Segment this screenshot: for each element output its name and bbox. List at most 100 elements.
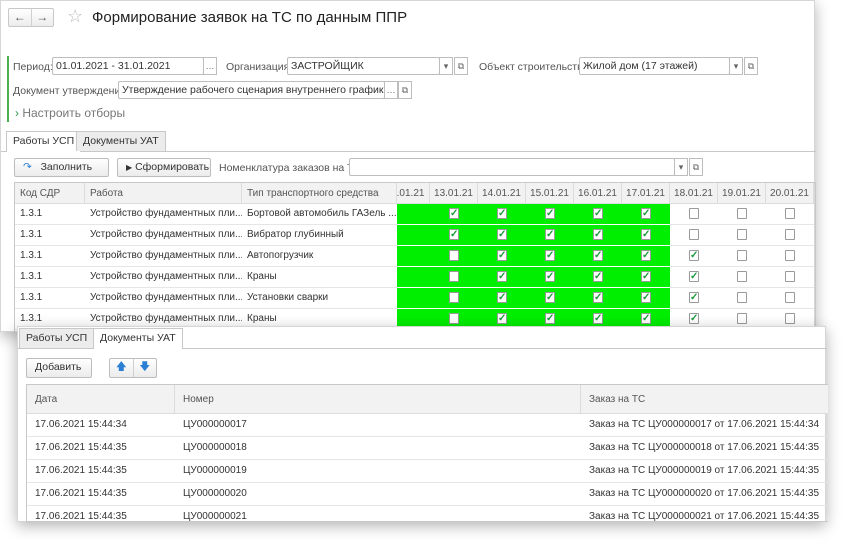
checkbox-checked[interactable]: ✓: [545, 313, 555, 324]
checkbox-unchecked[interactable]: [689, 229, 699, 240]
checkbox-checked[interactable]: ✓: [593, 229, 603, 240]
fill-button[interactable]: ↷ Заполнить: [14, 158, 109, 177]
column-header[interactable]: Тип транспортного средства: [242, 183, 397, 204]
org-dropdown-icon[interactable]: ▾: [439, 57, 453, 75]
number-cell: ЦУ000000018: [175, 437, 581, 460]
form-button[interactable]: ▶ Сформировать: [117, 158, 211, 177]
date-column-header[interactable]: 16.01.21: [574, 183, 622, 204]
date-column-header[interactable]: 14.01.21: [478, 183, 526, 204]
checkbox-unchecked[interactable]: [785, 250, 795, 261]
date-column-header[interactable]: 18.01.21: [670, 183, 718, 204]
date-column-header[interactable]: 13.01.21: [430, 183, 478, 204]
setup-filters-link[interactable]: › Настроить отборы: [15, 106, 125, 120]
checkbox-checked[interactable]: ✓: [689, 271, 699, 282]
forward-icon[interactable]: →: [32, 9, 54, 26]
star-icon[interactable]: ☆: [67, 6, 83, 27]
order-cell[interactable]: Заказ на ТС ЦУ000000018 от 17.06.2021 15…: [581, 437, 828, 460]
column-header[interactable]: Дата: [27, 385, 175, 414]
checkbox-checked[interactable]: ✓: [641, 313, 651, 324]
checkbox-unchecked[interactable]: [737, 292, 747, 303]
checkbox-checked[interactable]: ✓: [545, 271, 555, 282]
checkbox-checked[interactable]: ✓: [593, 313, 603, 324]
checkbox-checked[interactable]: ✓: [449, 229, 459, 240]
date-column-header[interactable]: 17.01.21: [622, 183, 670, 204]
object-open-icon[interactable]: ⧉: [744, 57, 758, 75]
checkbox-checked[interactable]: ✓: [449, 208, 459, 219]
checkbox-unchecked[interactable]: [737, 229, 747, 240]
checkbox-unchecked[interactable]: [785, 229, 795, 240]
tab-docs-uat[interactable]: Документы УАТ: [93, 328, 183, 349]
move-up-icon[interactable]: 🡅: [110, 359, 134, 377]
date-column-header[interactable]: 15.01.21: [526, 183, 574, 204]
column-header[interactable]: Номер: [175, 385, 581, 414]
checkbox-unchecked[interactable]: [785, 208, 795, 219]
org-field[interactable]: ЗАСТРОЙЩИК: [287, 57, 440, 75]
nomen-dropdown-icon[interactable]: ▾: [674, 158, 688, 176]
checkbox-checked[interactable]: ✓: [641, 292, 651, 303]
checkbox-unchecked[interactable]: [737, 313, 747, 324]
checkbox-checked[interactable]: ✓: [689, 250, 699, 261]
checkbox-checked[interactable]: ✓: [497, 208, 507, 219]
checkbox-checked[interactable]: ✓: [593, 250, 603, 261]
tab-docs-uat[interactable]: Документы УАТ: [76, 131, 166, 151]
checkbox-unchecked[interactable]: [737, 250, 747, 261]
doc-open-icon[interactable]: ⧉: [398, 81, 412, 99]
checkbox-unchecked[interactable]: [737, 271, 747, 282]
object-dropdown-icon[interactable]: ▾: [729, 57, 743, 75]
checkbox-unchecked[interactable]: [785, 271, 795, 282]
checkbox-checked[interactable]: ✓: [641, 208, 651, 219]
checkbox-unchecked[interactable]: [449, 250, 459, 261]
checkbox-checked[interactable]: ✓: [545, 250, 555, 261]
docs-grid[interactable]: Дата Номер Заказ на ТС 17.06.2021 15:44:34 Ц…: [26, 384, 828, 522]
checkbox-checked[interactable]: ✓: [497, 271, 507, 282]
tab-works-usp[interactable]: Работы УСП: [19, 328, 95, 348]
checkbox-unchecked[interactable]: [689, 208, 699, 219]
date-cell: 17.06.2021 15:44:34: [27, 414, 175, 437]
period-select-button[interactable]: …: [203, 57, 217, 75]
doc-field[interactable]: Утверждение рабочего сценария внутреннег…: [118, 81, 385, 99]
checkbox-checked[interactable]: ✓: [545, 208, 555, 219]
checkbox-checked[interactable]: ✓: [593, 271, 603, 282]
checkbox-unchecked[interactable]: [785, 313, 795, 324]
column-header[interactable]: Работа: [85, 183, 242, 204]
checkbox-checked[interactable]: ✓: [689, 292, 699, 303]
checkbox-checked[interactable]: ✓: [641, 250, 651, 261]
order-cell[interactable]: Заказ на ТС ЦУ000000020 от 17.06.2021 15…: [581, 483, 828, 506]
checkbox-checked[interactable]: ✓: [641, 229, 651, 240]
date-column-header[interactable]: 20.01.21: [766, 183, 814, 204]
checkbox-checked[interactable]: ✓: [641, 271, 651, 282]
checkbox-checked[interactable]: ✓: [593, 208, 603, 219]
move-down-icon[interactable]: 🡇: [134, 359, 157, 377]
checkbox-checked[interactable]: ✓: [545, 292, 555, 303]
checkbox-checked[interactable]: ✓: [497, 250, 507, 261]
checkbox-checked[interactable]: ✓: [545, 229, 555, 240]
checkbox-unchecked[interactable]: [785, 292, 795, 303]
checkbox-checked[interactable]: ✓: [497, 313, 507, 324]
works-grid[interactable]: Код СДРРаботаТип транспортного средства1…: [14, 182, 816, 333]
back-icon[interactable]: ←: [9, 9, 32, 26]
period-field[interactable]: 01.01.2021 - 31.01.2021: [52, 57, 204, 75]
nomen-open-icon[interactable]: ⧉: [689, 158, 703, 176]
date-column-header[interactable]: 19.01.21: [718, 183, 766, 204]
checkbox-checked[interactable]: ✓: [593, 292, 603, 303]
checkbox-unchecked[interactable]: [449, 271, 459, 282]
order-cell[interactable]: Заказ на ТС ЦУ000000019 от 17.06.2021 15…: [581, 460, 828, 483]
checkbox-checked[interactable]: ✓: [689, 313, 699, 324]
column-header[interactable]: Код СДР: [15, 183, 85, 204]
checkbox-checked[interactable]: ✓: [497, 292, 507, 303]
add-button[interactable]: Добавить: [26, 358, 92, 378]
order-cell[interactable]: Заказ на ТС ЦУ000000017 от 17.06.2021 15…: [581, 414, 828, 437]
org-open-icon[interactable]: ⧉: [454, 57, 468, 75]
tab-works-usp[interactable]: Работы УСП: [6, 131, 82, 152]
column-header[interactable]: Заказ на ТС: [581, 385, 828, 414]
order-cell[interactable]: Заказ на ТС ЦУ000000021 от 17.06.2021 15…: [581, 506, 828, 521]
date-cell: 17.06.2021 15:44:35: [27, 437, 175, 460]
object-field[interactable]: Жилой дом (17 этажей): [579, 57, 730, 75]
nomen-field[interactable]: [349, 158, 675, 176]
date-column-header[interactable]: 12.01.21: [397, 183, 430, 204]
checkbox-checked[interactable]: ✓: [497, 229, 507, 240]
checkbox-unchecked[interactable]: [737, 208, 747, 219]
checkbox-unchecked[interactable]: [449, 292, 459, 303]
doc-select-button[interactable]: …: [384, 81, 398, 99]
checkbox-unchecked[interactable]: [449, 313, 459, 324]
